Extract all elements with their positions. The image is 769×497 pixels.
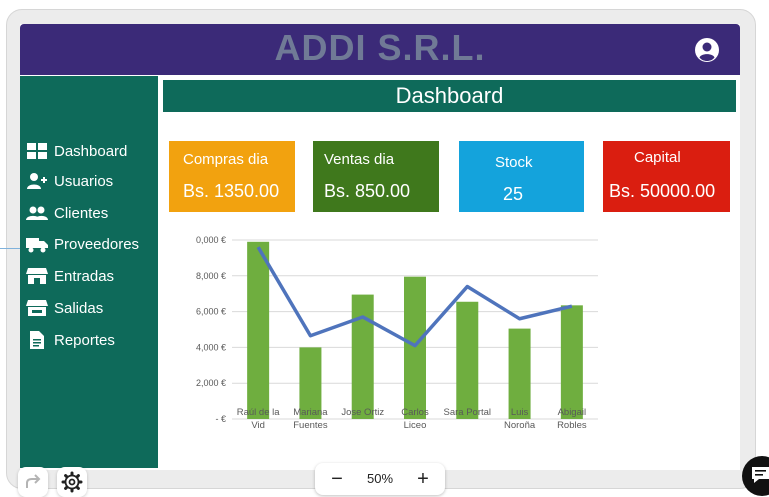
y-tick-label: - € <box>215 414 226 424</box>
sidebar-item-proveedores[interactable]: Proveedores <box>26 233 139 255</box>
sidebar-item-salidas[interactable]: Salidas <box>26 297 103 319</box>
app-window: ADDI S.R.L. Dashboard Usuarios Clientes … <box>20 24 740 470</box>
x-tick-label: Mariana <box>293 407 328 418</box>
user-plus-icon <box>27 173 47 189</box>
y-tick-label: 0,000 € <box>196 235 226 245</box>
settings-button[interactable] <box>57 467 87 497</box>
redo-button[interactable] <box>18 467 48 497</box>
sidebar-item-label: Clientes <box>54 204 109 222</box>
card-value: Bs. 50000.00 <box>609 181 716 201</box>
sidebar-item-reportes[interactable]: Reportes <box>26 329 115 351</box>
zoom-control: − 50% + <box>315 463 445 495</box>
bar <box>560 305 583 419</box>
card-capital[interactable]: Capital Bs. 50000.00 <box>603 141 730 212</box>
redo-icon <box>26 474 41 488</box>
card-value: Bs. 850.00 <box>324 181 411 201</box>
sidebar-item-dashboard[interactable]: Dashboard <box>26 140 127 162</box>
x-tick-label: Carlos <box>401 407 429 418</box>
bar <box>351 294 374 419</box>
gear-icon <box>61 471 83 493</box>
y-tick-label: 4,000 € <box>196 342 226 352</box>
app-title: ADDI S.R.L. <box>274 27 486 68</box>
sales-chart: - € 2,000 € 4,000 € 6,000 € 8,000 € 0,000 € Ra… <box>196 235 598 431</box>
card-ventas[interactable]: Ventas dia Bs. 850.00 <box>313 141 439 212</box>
sidebar-item-label: Proveedores <box>54 235 140 253</box>
card-label: Compras dia <box>183 151 269 168</box>
x-tick-label: Fuentes <box>293 420 328 431</box>
sidebar-item-label: Entradas <box>54 267 115 285</box>
sidebar: Dashboard Usuarios Clientes Proveedores … <box>20 76 158 468</box>
card-label: Capital <box>634 149 681 166</box>
card-label: Stock <box>495 154 533 171</box>
x-tick-label: Noroña <box>504 420 536 431</box>
sidebar-item-clientes[interactable]: Clientes <box>26 202 108 224</box>
dashboard-header: Dashboard <box>163 80 736 112</box>
x-tick-label: Robles <box>557 420 587 431</box>
truck-icon <box>26 238 48 253</box>
sidebar-item-label: Dashboard <box>54 142 128 160</box>
sidebar-item-entradas[interactable]: Entradas <box>26 265 114 287</box>
top-bar: ADDI S.R.L. <box>20 24 740 75</box>
sidebar-item-usuarios[interactable]: Usuarios <box>26 170 113 192</box>
zoom-in-button[interactable]: + <box>411 467 435 491</box>
card-compras[interactable]: Compras dia Bs. 1350.00 <box>169 141 295 212</box>
users-icon <box>26 206 48 220</box>
y-tick-label: 8,000 € <box>196 271 226 281</box>
x-tick-label: Vid <box>251 420 265 431</box>
bar <box>456 301 479 419</box>
card-value: Bs. 1350.00 <box>183 181 280 201</box>
zoom-level: 50% <box>366 471 394 486</box>
card-stock[interactable]: Stock 25 <box>459 141 584 212</box>
x-tick-label: Sara Portal <box>444 407 492 418</box>
bar <box>247 241 270 419</box>
x-tick-label: Jose Ortiz <box>341 407 384 418</box>
x-tick-label: Luis <box>511 407 529 418</box>
chat-button[interactable] <box>742 456 769 496</box>
card-label: Ventas dia <box>324 151 395 168</box>
x-tick-label: Liceo <box>404 420 427 431</box>
store-icon <box>26 268 48 284</box>
sidebar-item-label: Reportes <box>54 331 115 349</box>
y-tick-label: 6,000 € <box>196 307 226 317</box>
chat-icon <box>752 467 769 483</box>
x-tick-label: Abigail <box>558 407 587 418</box>
store-icon <box>26 300 48 316</box>
bar <box>508 328 531 419</box>
sidebar-item-label: Salidas <box>54 299 104 317</box>
x-tick-label: Raúl de la <box>237 407 280 418</box>
bar <box>404 276 426 419</box>
zoom-out-button[interactable]: − <box>325 467 349 491</box>
y-tick-label: 2,000 € <box>196 378 226 388</box>
document-icon <box>30 331 44 349</box>
grid-icon <box>27 143 47 159</box>
sidebar-item-label: Usuarios <box>54 172 114 190</box>
card-value: 25 <box>503 184 524 204</box>
account-circle-icon[interactable] <box>694 37 720 63</box>
connector-line <box>0 248 20 249</box>
